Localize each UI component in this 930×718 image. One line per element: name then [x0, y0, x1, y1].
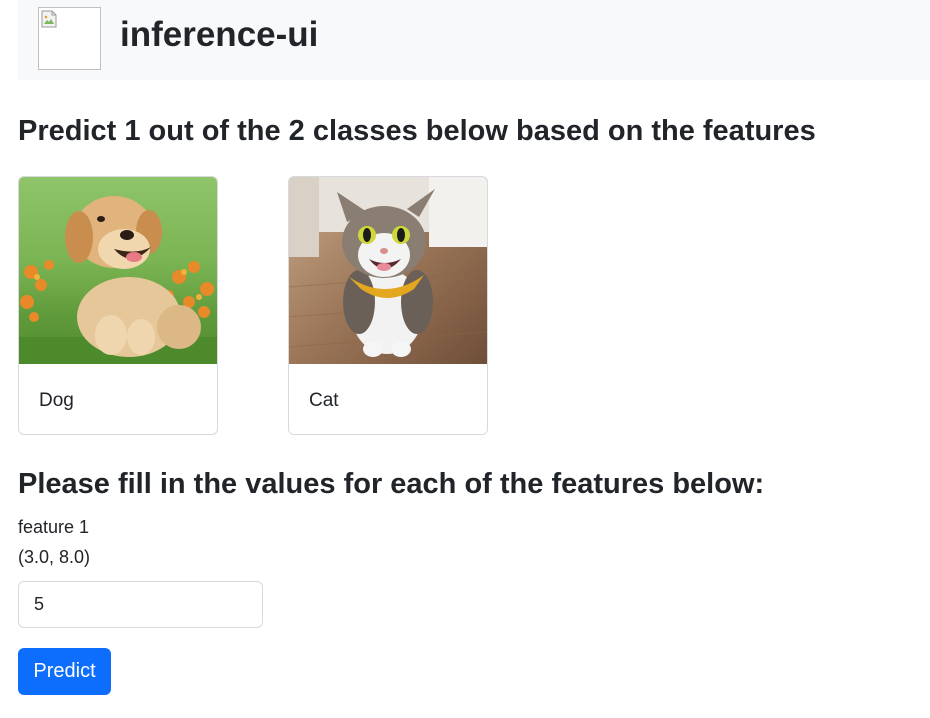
- predict-heading: Predict 1 out of the 2 classes below bas…: [18, 115, 816, 147]
- dog-image: [19, 177, 217, 364]
- features-heading: Please fill in the values for each of th…: [18, 468, 765, 500]
- cat-image: [289, 177, 487, 364]
- navbar: inference-ui: [18, 0, 930, 80]
- feature-1-range: (3.0, 8.0): [18, 547, 91, 567]
- app-title[interactable]: inference-ui: [120, 14, 318, 56]
- logo-broken-image-icon: [38, 7, 101, 70]
- feature-1-label: feature 1: [18, 517, 90, 537]
- class-card-cat: Cat: [288, 176, 488, 435]
- feature-1-input[interactable]: [18, 581, 263, 628]
- class-label-dog: Dog: [39, 390, 74, 411]
- class-label-cat: Cat: [309, 390, 339, 411]
- predict-button[interactable]: Predict: [18, 648, 111, 695]
- class-card-dog: Dog: [18, 176, 218, 435]
